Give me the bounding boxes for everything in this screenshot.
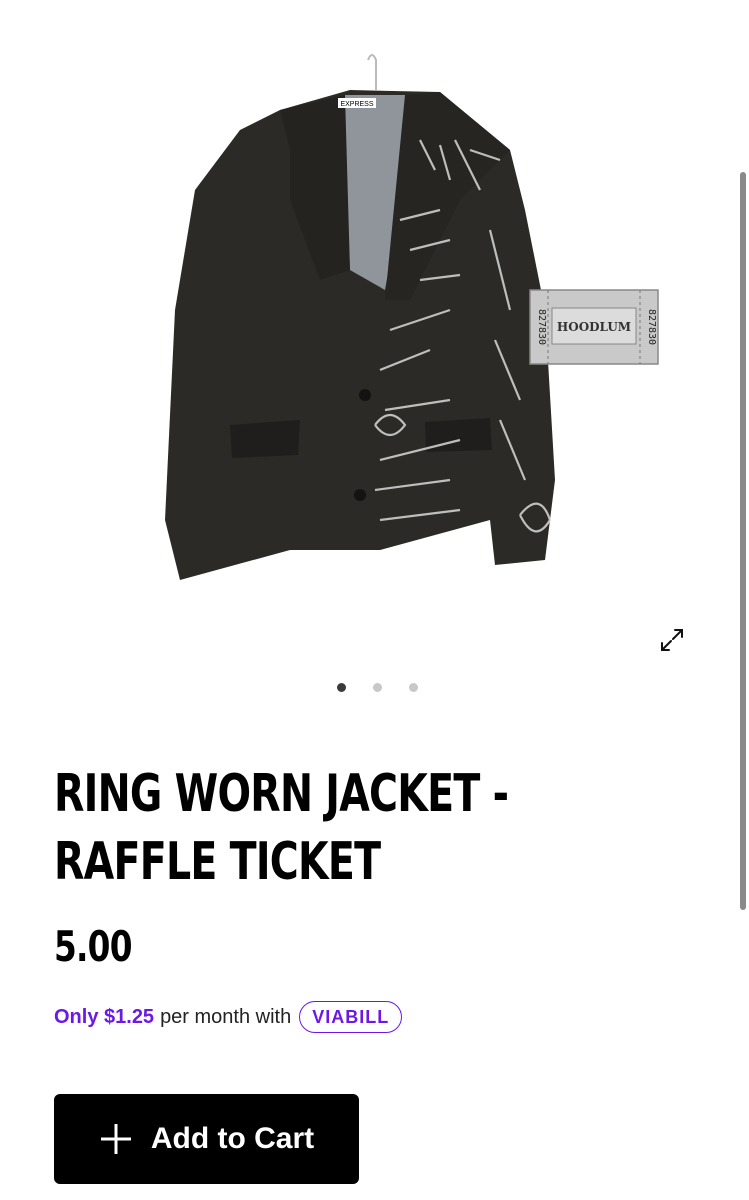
plus-icon xyxy=(100,1124,131,1154)
product-price: 5.00 xyxy=(54,922,132,971)
viabill-text: per month with xyxy=(160,1005,292,1028)
viabill-financing: Only $1.25 per month with VIABILL xyxy=(54,1000,403,1034)
ticket-number-left: 827830 xyxy=(536,309,547,345)
add-to-cart-button[interactable]: Add to Cart xyxy=(54,1094,359,1184)
ticket-number-right: 827830 xyxy=(646,309,657,345)
slide-dot-3[interactable] xyxy=(409,683,418,692)
product-image[interactable]: EXPRESS HOODLUM 827830 827830 xyxy=(150,50,670,600)
expand-image-button[interactable] xyxy=(656,624,688,656)
product-title: RING WORN JACKET - RAFFLE TICKET xyxy=(54,764,509,892)
ticket-name: HOODLUM xyxy=(557,320,631,334)
slide-dot-1[interactable] xyxy=(337,683,346,692)
product-gallery: EXPRESS HOODLUM 827830 827830 xyxy=(0,0,749,710)
scrollbar[interactable] xyxy=(740,172,746,910)
expand-icon xyxy=(661,629,683,651)
brand-tag: EXPRESS xyxy=(340,101,373,108)
viabill-amount: Only $1.25 xyxy=(54,1005,155,1028)
add-to-cart-label: Add to Cart xyxy=(150,1122,315,1155)
slide-dot-2[interactable] xyxy=(373,683,382,692)
viabill-logo[interactable]: VIABILL xyxy=(299,1001,403,1033)
slide-indicator xyxy=(0,683,749,692)
